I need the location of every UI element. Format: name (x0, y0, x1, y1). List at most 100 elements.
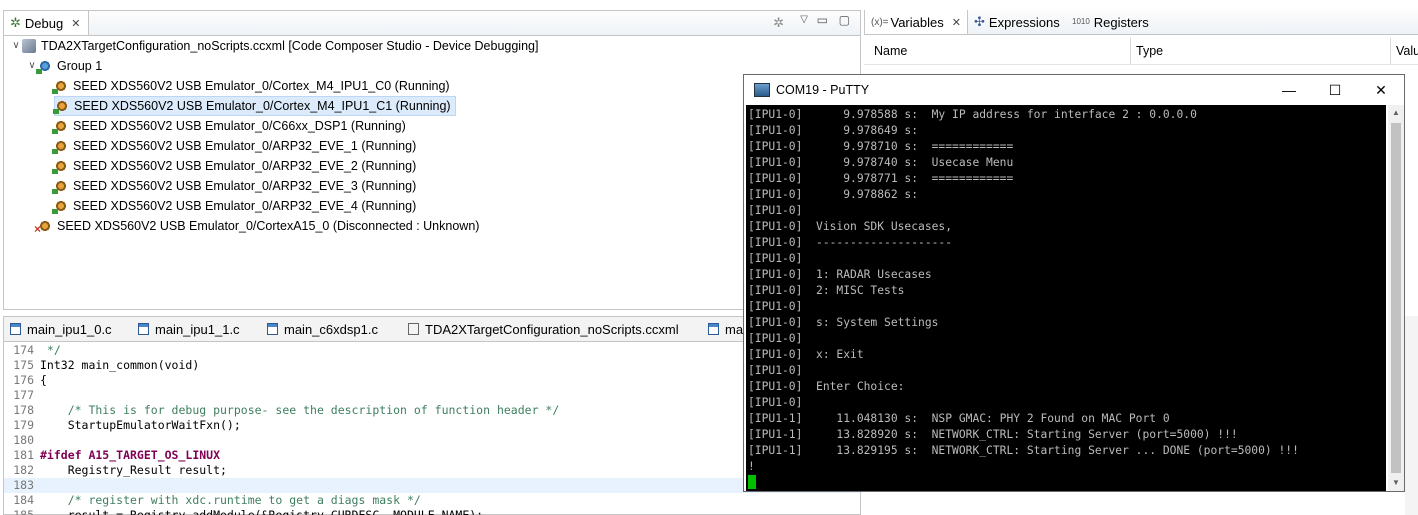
column-type[interactable]: Type (1136, 44, 1163, 58)
line-number: 179 (13, 418, 34, 432)
code-line[interactable]: 176 { (4, 373, 860, 388)
variables-icon: (x)= (871, 16, 889, 28)
expand-chevron-icon[interactable]: ∨ (10, 36, 22, 56)
maximize-icon[interactable]: ▢ (839, 13, 850, 27)
terminal-line: [IPU1-0] 9.978862 s: (748, 188, 919, 201)
terminal-line: [IPU1-0] (748, 204, 803, 217)
column-name[interactable]: Name (874, 44, 907, 58)
debug-tree-item[interactable]: SEED XDS560V2 USB Emulator_0/Cortex_M4_I… (52, 76, 450, 96)
running-core-icon (52, 119, 68, 134)
putty-window: COM19 - PuTTY — ☐ ✕ [IPU1-0] 9.978588 s:… (743, 74, 1405, 492)
minimize-button[interactable]: — (1266, 75, 1312, 105)
terminal-line: [IPU1-0] x: Exit (748, 348, 864, 361)
debug-tree-item[interactable]: SEED XDS560V2 USB Emulator_0/ARP32_EVE_3… (52, 176, 416, 196)
editor-tabbar: main_ipu1_0.c main_ipu1_1.c main_c6xdsp1… (4, 317, 860, 342)
tab-main-c6xdsp1[interactable]: main_c6xdsp1.c (267, 317, 378, 341)
code-line[interactable]: 184 /* register with xdc.runtime to get … (4, 493, 860, 508)
debug-view: ✲ Debug ✕ ✲ ▽ ▭ ▢ ∨ TDA2XTargetConfigurat… (3, 10, 861, 310)
code-line[interactable]: 180 (4, 433, 860, 448)
variables-tabbar: (x)= Variables ✕ ✣ Expressions 1010 Regi… (864, 10, 1418, 35)
tab-debug-label: Debug (24, 15, 64, 31)
debug-tree-item[interactable]: SEED XDS560V2 USB Emulator_0/ARP32_EVE_2… (52, 156, 417, 176)
tab-label: TDA2XTargetConfiguration_noScripts.ccxml (425, 321, 679, 337)
tab-target-config[interactable]: TDA2XTargetConfiguration_noScripts.ccxml (408, 317, 679, 341)
c-file-icon (10, 323, 21, 335)
tab-debug[interactable]: ✲ Debug ✕ (4, 11, 90, 35)
code-line[interactable]: 175 Int32 main_common(void) (4, 358, 860, 373)
code-text: Int32 main_common(void) (40, 358, 200, 372)
terminal-scrollbar[interactable]: ▲ ▼ (1388, 105, 1404, 491)
column-divider[interactable] (1390, 38, 1391, 64)
tab-main-ipu1-0[interactable]: main_ipu1_0.c (10, 317, 112, 341)
terminal-line: [IPU1-0] -------------------- (748, 236, 953, 249)
terminal-output[interactable]: [IPU1-0] 9.978588 s: My IP address for i… (746, 105, 1386, 491)
header-divider (864, 64, 1418, 65)
view-menu-icon[interactable]: ▽ (800, 14, 808, 25)
debug-tree-item-label: SEED XDS560V2 USB Emulator_0/C66xx_DSP1 … (73, 119, 406, 133)
debug-tree-item[interactable]: SEED XDS560V2 USB Emulator_0/CortexA15_0… (26, 216, 480, 239)
tab-label: main_ipu1_1.c (155, 321, 240, 337)
right-strip (1405, 316, 1418, 515)
close-icon[interactable]: ✕ (952, 16, 961, 29)
minimize-icon[interactable]: ▭ (817, 13, 828, 27)
code-line[interactable]: 181 #ifdef A15_TARGET_OS_LINUX (4, 448, 860, 463)
scroll-up-icon[interactable]: ▲ (1388, 105, 1404, 121)
code-text: Registry_Result result; (40, 463, 227, 477)
terminal-line: [IPU1-0] 1: RADAR Usecases (748, 268, 932, 281)
code-text: result = Registry_addModule(&Registry_CU… (40, 508, 484, 515)
code-text: /* This is for debug purpose- see the de… (40, 403, 560, 417)
terminal-line: [IPU1-0] 2: MISC Tests (748, 284, 905, 297)
tab-registers-label: Registers (1093, 14, 1149, 30)
terminal-line: [IPU1-1] 13.828920 s: NETWORK_CTRL: Star… (748, 428, 1238, 441)
tab-main-ipu1-1[interactable]: main_ipu1_1.c (138, 317, 240, 341)
code-area[interactable]: 174 */175 Int32 main_common(void) 176{177 1… (4, 343, 860, 515)
debug-tree-item[interactable]: SEED XDS560V2 USB Emulator_0/Cortex_M4_I… (53, 96, 456, 116)
code-line[interactable]: 182 Registry_Result result; (4, 463, 860, 478)
line-number: 182 (13, 463, 34, 477)
putty-icon (754, 83, 770, 97)
line-number: 178 (13, 403, 34, 417)
line-number: 174 (13, 343, 34, 357)
scroll-thumb[interactable] (1391, 123, 1401, 473)
column-value[interactable]: Valu (1396, 44, 1418, 58)
column-divider[interactable] (1130, 38, 1131, 64)
debug-tree-item[interactable]: SEED XDS560V2 USB Emulator_0/ARP32_EVE_4… (52, 196, 416, 216)
running-core-icon (52, 139, 68, 154)
terminal-line: [IPU1-0] Enter Choice: (748, 380, 905, 393)
remove-terminated-icon[interactable]: ✲ (773, 15, 784, 31)
debug-tree-item[interactable]: ∨ Group 1 (26, 56, 102, 76)
terminal-line: [IPU1-1] 11.048130 s: NSP GMAC: PHY 2 Fo… (748, 412, 1170, 425)
line-number: 180 (13, 433, 34, 447)
code-line[interactable]: 177 (4, 388, 860, 403)
tab-label: ma (725, 321, 744, 337)
registers-icon: 1010 (1072, 17, 1090, 26)
terminal-line: ! (748, 460, 755, 473)
code-line[interactable]: 179 StartupEmulatorWaitFxn(); (4, 418, 860, 433)
code-text: */ (40, 343, 61, 357)
scroll-down-icon[interactable]: ▼ (1388, 475, 1404, 491)
tab-truncated[interactable]: ma (708, 317, 743, 341)
close-icon[interactable]: ✕ (71, 17, 80, 30)
putty-titlebar[interactable]: COM19 - PuTTY — ☐ ✕ (744, 75, 1404, 105)
code-editor: main_ipu1_0.c main_ipu1_1.c main_c6xdsp1… (3, 316, 861, 515)
close-button[interactable]: ✕ (1358, 75, 1404, 105)
terminal-line: [IPU1-1] 13.829195 s: NETWORK_CTRL: Star… (748, 444, 1299, 457)
code-line[interactable]: 174 */ (4, 343, 860, 358)
debug-tree-item[interactable]: ∨ TDA2XTargetConfiguration_noScripts.ccxm… (10, 36, 538, 56)
code-line[interactable]: 178 /* This is for debug purpose- see th… (4, 403, 860, 418)
tab-variables[interactable]: (x)= Variables ✕ (864, 10, 968, 34)
code-line[interactable]: 183 (4, 478, 860, 493)
maximize-button[interactable]: ☐ (1312, 75, 1358, 105)
terminal-line: [IPU1-0] Vision SDK Usecases, (748, 220, 953, 233)
tab-expressions[interactable]: ✣ Expressions (974, 10, 1060, 34)
debug-tree-item-label: SEED XDS560V2 USB Emulator_0/Cortex_M4_I… (73, 79, 450, 93)
code-line[interactable]: 185 result = Registry_addModule(&Registr… (4, 508, 860, 515)
tab-registers[interactable]: 1010 Registers (1072, 10, 1149, 34)
debug-tree-item-label: SEED XDS560V2 USB Emulator_0/CortexA15_0… (57, 219, 480, 233)
disconnected-core-icon (34, 219, 52, 239)
debug-tree-item[interactable]: SEED XDS560V2 USB Emulator_0/ARP32_EVE_1… (52, 136, 416, 156)
debug-tree-item-label: SEED XDS560V2 USB Emulator_0/ARP32_EVE_2… (73, 159, 417, 173)
tab-expressions-label: Expressions (988, 14, 1060, 30)
debug-tree-item[interactable]: SEED XDS560V2 USB Emulator_0/C66xx_DSP1 … (52, 116, 406, 136)
line-number: 185 (13, 508, 34, 515)
